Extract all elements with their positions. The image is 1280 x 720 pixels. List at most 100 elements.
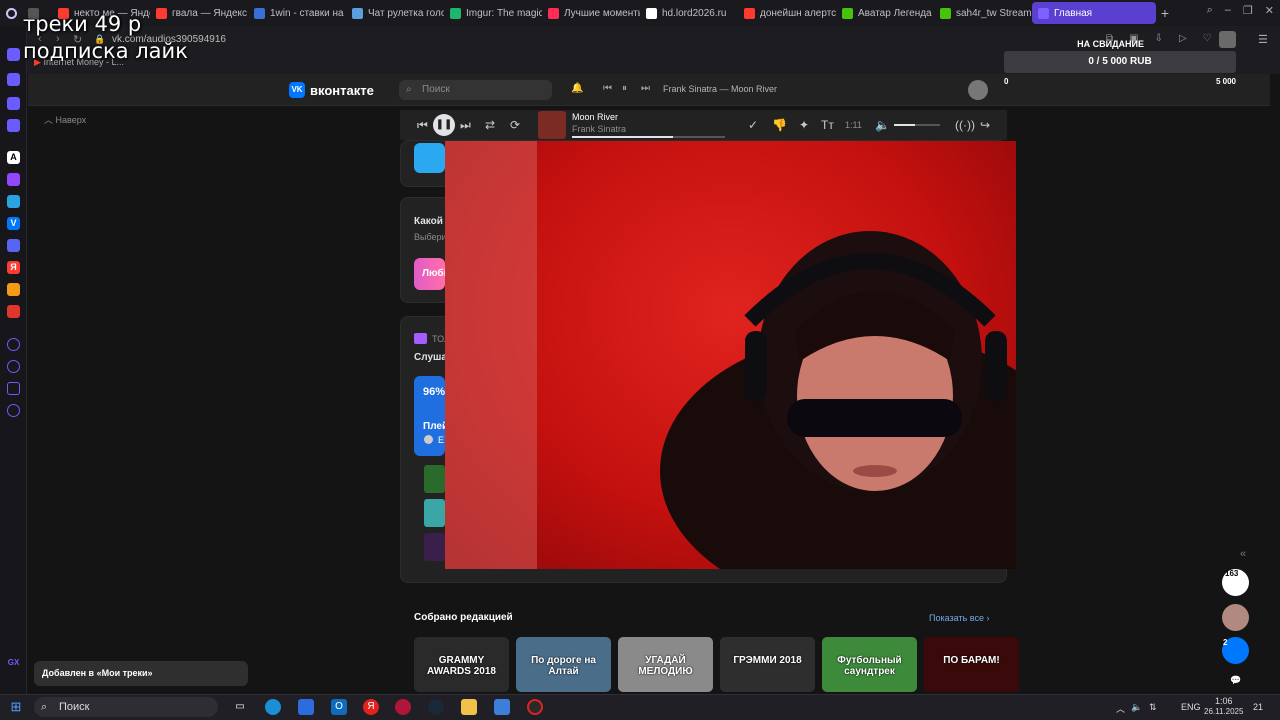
header-pause-icon[interactable]: ⏸ [622,83,627,94]
track-cover-2[interactable] [424,499,445,527]
player-icon[interactable] [7,97,20,110]
browser-tab[interactable]: Аватар Легенда [836,2,934,24]
speaker-icon[interactable]: 🔈 [1131,702,1142,713]
browser-tab[interactable]: Главная [1032,2,1156,24]
language-indicator[interactable]: ENG [1181,702,1201,712]
workspace-icon[interactable] [7,73,20,86]
browser-tab[interactable]: гвала — Яндекс [150,2,248,24]
tab-favicon-icon [842,7,853,19]
search-icon[interactable]: ⌕ [1207,4,1213,17]
vk-avatar[interactable] [968,80,988,100]
tiktok-icon[interactable]: A [7,151,20,164]
windows-start-icon[interactable]: ⊞ [8,699,24,715]
browser-tab[interactable]: sah4r_tw Stream [934,2,1032,24]
edge-icon[interactable] [265,699,281,715]
clock-icon[interactable] [7,360,20,373]
bell-icon[interactable]: 🔔 [571,83,583,94]
collection-tile-label: Футбольный саундтрек [837,655,902,677]
aria-icon[interactable] [7,48,20,61]
show-all-link[interactable]: Показать все › [929,613,989,623]
volume-slider[interactable] [894,124,940,126]
minimize-icon[interactable]: – [1225,4,1231,17]
track-cover-3[interactable] [424,533,445,561]
header-now-playing[interactable]: Frank Sinatra — Moon River [663,84,777,94]
lyrics-icon[interactable]: Tт [821,118,834,132]
donation-progress: 0 / 5 000 RUB [1004,51,1236,73]
browser-tab[interactable]: hd.lord2026.ru [640,2,738,24]
shuffle-icon[interactable]: ⇄ [485,118,495,132]
vk-icon[interactable]: V [7,217,20,230]
donation-min: 0 [1004,77,1009,86]
card1-cover[interactable] [414,143,445,173]
back-to-top[interactable]: ︿ Наверх [44,113,86,126]
settings-icon[interactable] [7,404,20,417]
pin-icon[interactable] [7,382,20,395]
collection-tile[interactable]: УГАДАЙ МЕЛОДИЮ [618,637,713,692]
yandex-icon[interactable]: Я [7,261,20,274]
vk-logo[interactable]: VK вконтакте [289,82,374,98]
broadcast-icon[interactable]: ((·)) [955,118,975,132]
prev-track-icon[interactable]: ⏮ [417,118,428,133]
tab-favicon-icon [548,7,559,19]
browser-tab[interactable]: Чат рулетка голо [346,2,444,24]
volume-icon[interactable]: 🔈 [875,118,890,132]
chat-icon[interactable]: 💬 [1230,675,1241,686]
explorer-icon[interactable] [461,699,477,715]
browser-tab[interactable]: Imgur: The magic [444,2,542,24]
app-icon[interactable] [7,305,20,318]
obs-icon[interactable] [527,699,543,715]
dislike-icon[interactable]: 👎 [772,118,787,132]
recommend-icon[interactable]: ✦ [799,118,809,132]
repeat-icon[interactable]: ⟳ [510,118,520,132]
next-track-icon[interactable]: ⏭ [460,118,471,133]
taskbar-search[interactable]: ⌕ Поиск [34,697,218,717]
messages-icon[interactable] [7,119,20,132]
chevron-up-icon[interactable]: ︿ [1116,702,1125,715]
opera-menu-icon[interactable] [0,2,22,24]
friend-avatar[interactable] [1222,604,1249,631]
track-progress[interactable] [572,136,725,138]
track-cover[interactable] [538,111,566,139]
card2-button[interactable]: Любі [414,258,445,290]
yandex-browser-icon[interactable]: Я [363,699,379,715]
pause-button[interactable]: ❚❚ [433,114,455,136]
discord-icon[interactable] [7,239,20,252]
opera-gx-icon[interactable] [395,699,411,715]
steam-icon[interactable] [428,699,444,715]
maximize-icon[interactable]: ❐ [1243,4,1253,17]
added-check-icon[interactable]: ✓ [748,118,758,132]
browser-tab[interactable]: Лучшие моменты [542,2,640,24]
clock-time[interactable]: 1:06 [1215,696,1233,706]
vk-search-input[interactable]: ⌕ Поиск [399,80,552,100]
collapse-icon[interactable]: « [1240,548,1246,560]
clock-date[interactable]: 26.11.2025 [1204,707,1243,716]
store-icon[interactable] [298,699,314,715]
notification-count[interactable]: 21 [1253,702,1263,712]
track-title[interactable]: Moon River [572,112,618,122]
app-window-icon[interactable] [494,699,510,715]
twitch-icon[interactable] [7,173,20,186]
ok-icon[interactable] [7,283,20,296]
outlook-icon[interactable]: O [331,699,347,715]
header-next-icon[interactable]: ⏭ [641,83,650,94]
collection-tile[interactable]: ГРЭММИ 2018 [720,637,815,692]
track-artist[interactable]: Frank Sinatra [572,124,626,134]
new-tab-button[interactable]: + [1156,5,1174,21]
network-icon[interactable]: ⇅ [1149,702,1157,713]
task-view-icon[interactable]: ▭ [232,699,248,715]
share-icon[interactable]: ↪ [980,118,990,132]
collection-tile[interactable]: Футбольный саундтрек [822,637,917,692]
history-icon[interactable] [7,338,20,351]
collection-tile[interactable]: ПО БАРАМ! [924,637,1019,692]
track-cover-1[interactable] [424,465,445,493]
close-icon[interactable]: ✕ [1265,4,1274,17]
collection-tile[interactable]: GRAMMY AWARDS 2018 [414,637,509,692]
menu-icon[interactable]: ☰ [1258,33,1268,46]
gx-icon[interactable]: GX [7,656,20,669]
browser-tab[interactable]: донейшн алертс [738,2,836,24]
show-all-label: Показать все [929,613,984,623]
browser-tab[interactable]: 1win - ставки на [248,2,346,24]
telegram-icon[interactable] [7,195,20,208]
collection-tile[interactable]: По дороге на Алтай [516,637,611,692]
header-prev-icon[interactable]: ⏮ [603,83,612,94]
